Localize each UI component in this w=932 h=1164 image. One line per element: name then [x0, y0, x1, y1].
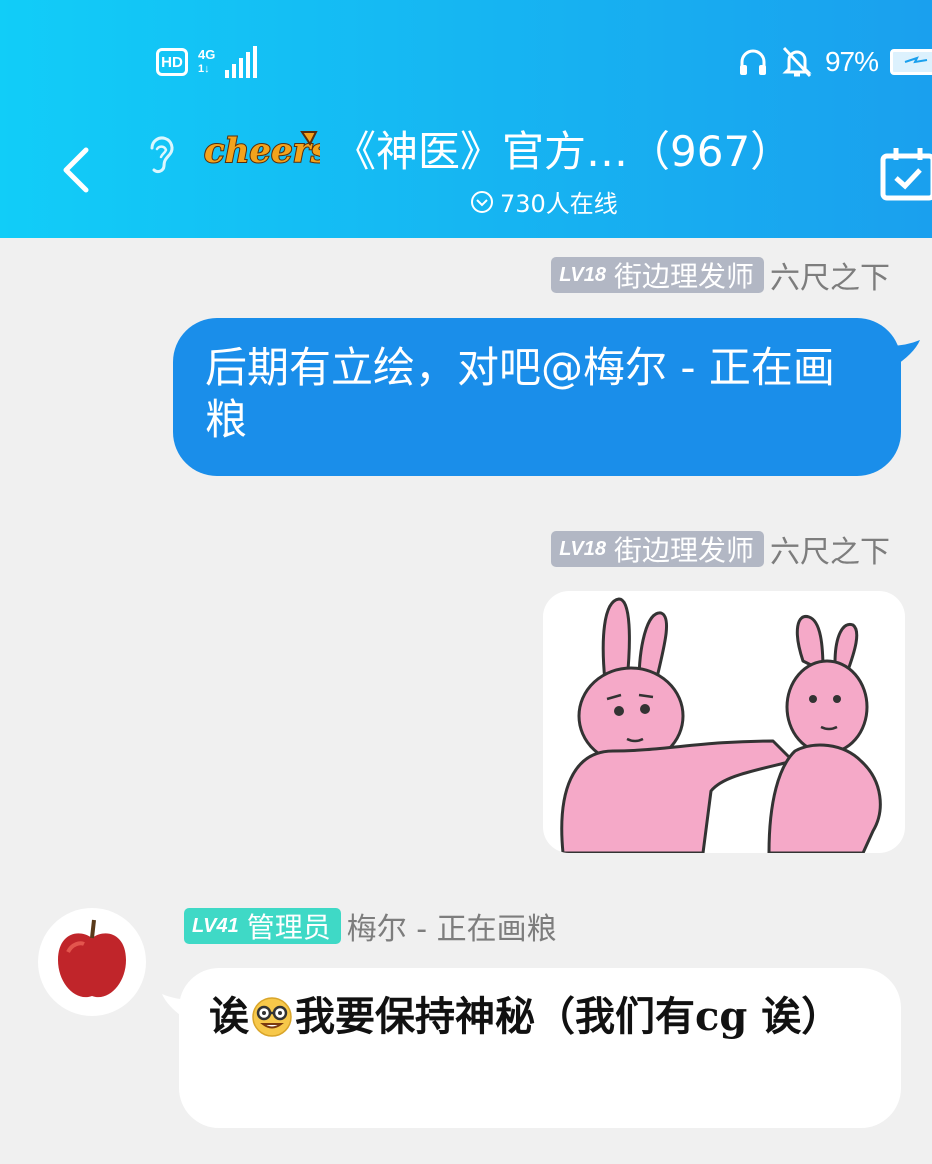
svg-text:cheers: cheers — [204, 131, 320, 171]
pink-rabbits-sticker — [560, 597, 882, 853]
network-type: 4G 1↓ — [198, 47, 216, 76]
nerd-face-emoji — [252, 997, 292, 1037]
message-bubble[interactable]: 后期有立绘，对吧@梅尔 - 正在画粮 — [173, 318, 901, 476]
sticker-message[interactable] — [543, 591, 905, 853]
chat-header: HD 4G 1↓ 97% cheers 《神医》官方…（967） 730人在线 — [0, 0, 932, 238]
chevron-down-circle-icon — [471, 190, 493, 213]
level-badge: LV18 街边理发师 — [551, 531, 764, 567]
chat-title[interactable]: 《神医》官方…（967） — [334, 122, 792, 182]
online-count: 730人在线 — [470, 184, 618, 219]
message-text: 诶 — [209, 993, 249, 1040]
sender-nickname[interactable]: 六尺之下 — [770, 527, 890, 571]
battery-icon — [890, 49, 932, 75]
message-sender: LV18 街边理发师 六尺之下 — [551, 253, 890, 297]
headphones-icon — [739, 49, 766, 75]
message-text: 我要保持神秘（我们有cg 诶） — [295, 993, 842, 1040]
signal-icon — [225, 46, 258, 78]
level-badge: LV18 街边理发师 — [551, 257, 764, 293]
ear-icon[interactable] — [144, 134, 180, 178]
mute-bell-icon — [782, 46, 812, 78]
level-badge: LV41 管理员 — [184, 908, 341, 944]
status-bar-left: HD 4G 1↓ — [156, 44, 258, 80]
group-logo: cheers — [203, 130, 320, 172]
calendar-check-icon[interactable] — [880, 146, 932, 202]
message-bubble[interactable]: 诶 我要保持神秘（我们有cg 诶） — [179, 968, 901, 1128]
back-arrow-icon[interactable] — [56, 140, 96, 200]
status-bar-right: 97% — [737, 44, 932, 80]
message-text: 后期有立绘，对吧@梅尔 - 正在画粮 — [205, 343, 835, 444]
battery-percent: 97% — [824, 46, 879, 77]
sender-nickname[interactable]: 梅尔 - 正在画粮 — [347, 904, 557, 948]
sender-nickname[interactable]: 六尺之下 — [770, 253, 890, 297]
message-sender: LV41 管理员 梅尔 - 正在画粮 — [184, 904, 557, 948]
message-sender: LV18 街边理发师 六尺之下 — [551, 527, 890, 571]
bubble-tail — [888, 340, 920, 368]
avatar[interactable] — [38, 908, 146, 1016]
hd-indicator: HD — [156, 48, 188, 76]
apple-avatar-icon — [58, 919, 126, 998]
